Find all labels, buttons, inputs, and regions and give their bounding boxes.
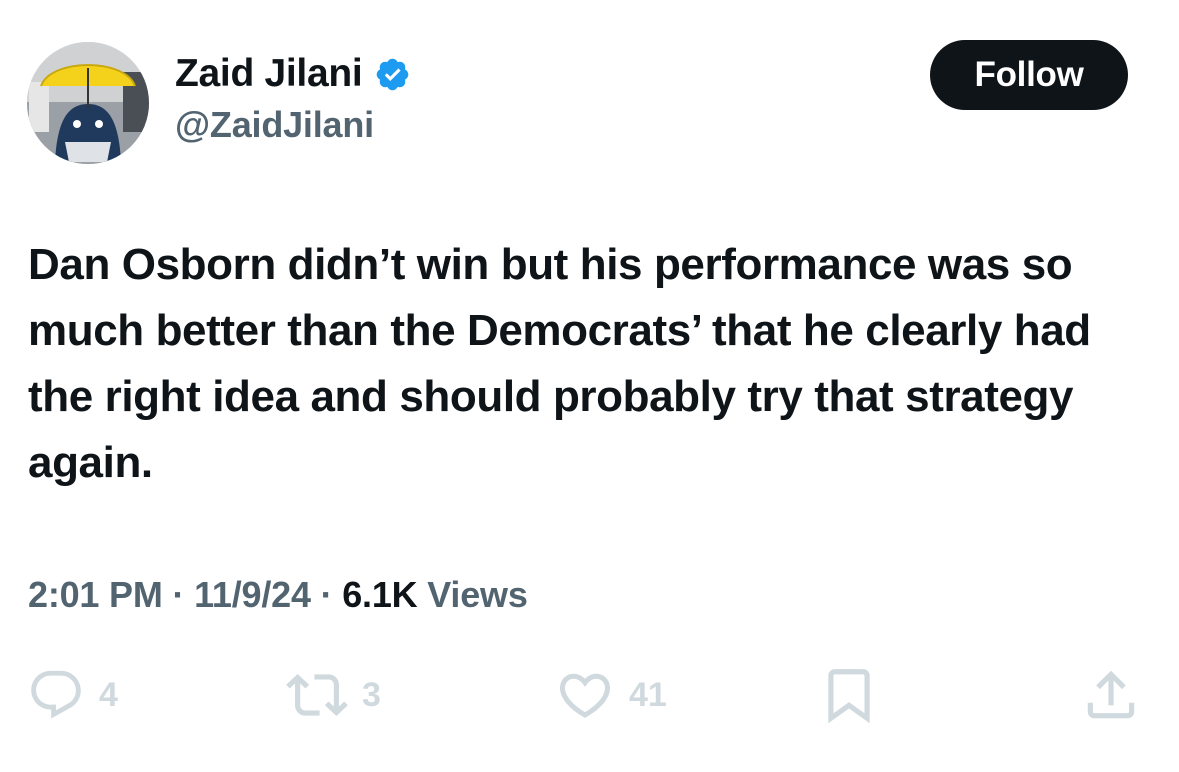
- meta-separator: ·: [310, 574, 343, 615]
- bookmark-button[interactable]: [818, 660, 880, 730]
- author-name-row: Zaid Jilani: [175, 50, 411, 98]
- tweet-meta: 2:01 PM · 11/9/24 · 6.1K Views: [28, 574, 528, 616]
- reply-icon: [27, 666, 85, 724]
- like-button[interactable]: 41: [555, 660, 667, 730]
- tweet-date[interactable]: 11/9/24: [194, 574, 311, 615]
- meta-separator: ·: [162, 574, 195, 615]
- tweet-text: Dan Osborn didn’t win but his performanc…: [28, 240, 1091, 487]
- like-count: 41: [629, 675, 667, 714]
- author-handle[interactable]: @ZaidJilani: [175, 104, 374, 146]
- follow-button[interactable]: Follow: [930, 40, 1128, 110]
- repost-button[interactable]: 3: [286, 660, 381, 730]
- bookmark-icon: [818, 664, 880, 726]
- share-button[interactable]: [1080, 660, 1142, 730]
- views-count: 6.1K: [342, 574, 418, 615]
- share-icon: [1080, 664, 1142, 726]
- repost-icon: [286, 664, 348, 726]
- views-label: Views: [417, 574, 528, 615]
- reply-button[interactable]: 4: [27, 660, 118, 730]
- author-display-name[interactable]: Zaid Jilani: [175, 52, 363, 96]
- action-bar: 4 3 41: [0, 660, 1179, 730]
- verified-badge-icon[interactable]: [374, 56, 411, 93]
- avatar[interactable]: [27, 42, 149, 164]
- tweet-time[interactable]: 2:01 PM: [28, 574, 163, 615]
- reply-count: 4: [99, 675, 118, 714]
- heart-icon: [555, 665, 615, 725]
- repost-count: 3: [362, 675, 381, 714]
